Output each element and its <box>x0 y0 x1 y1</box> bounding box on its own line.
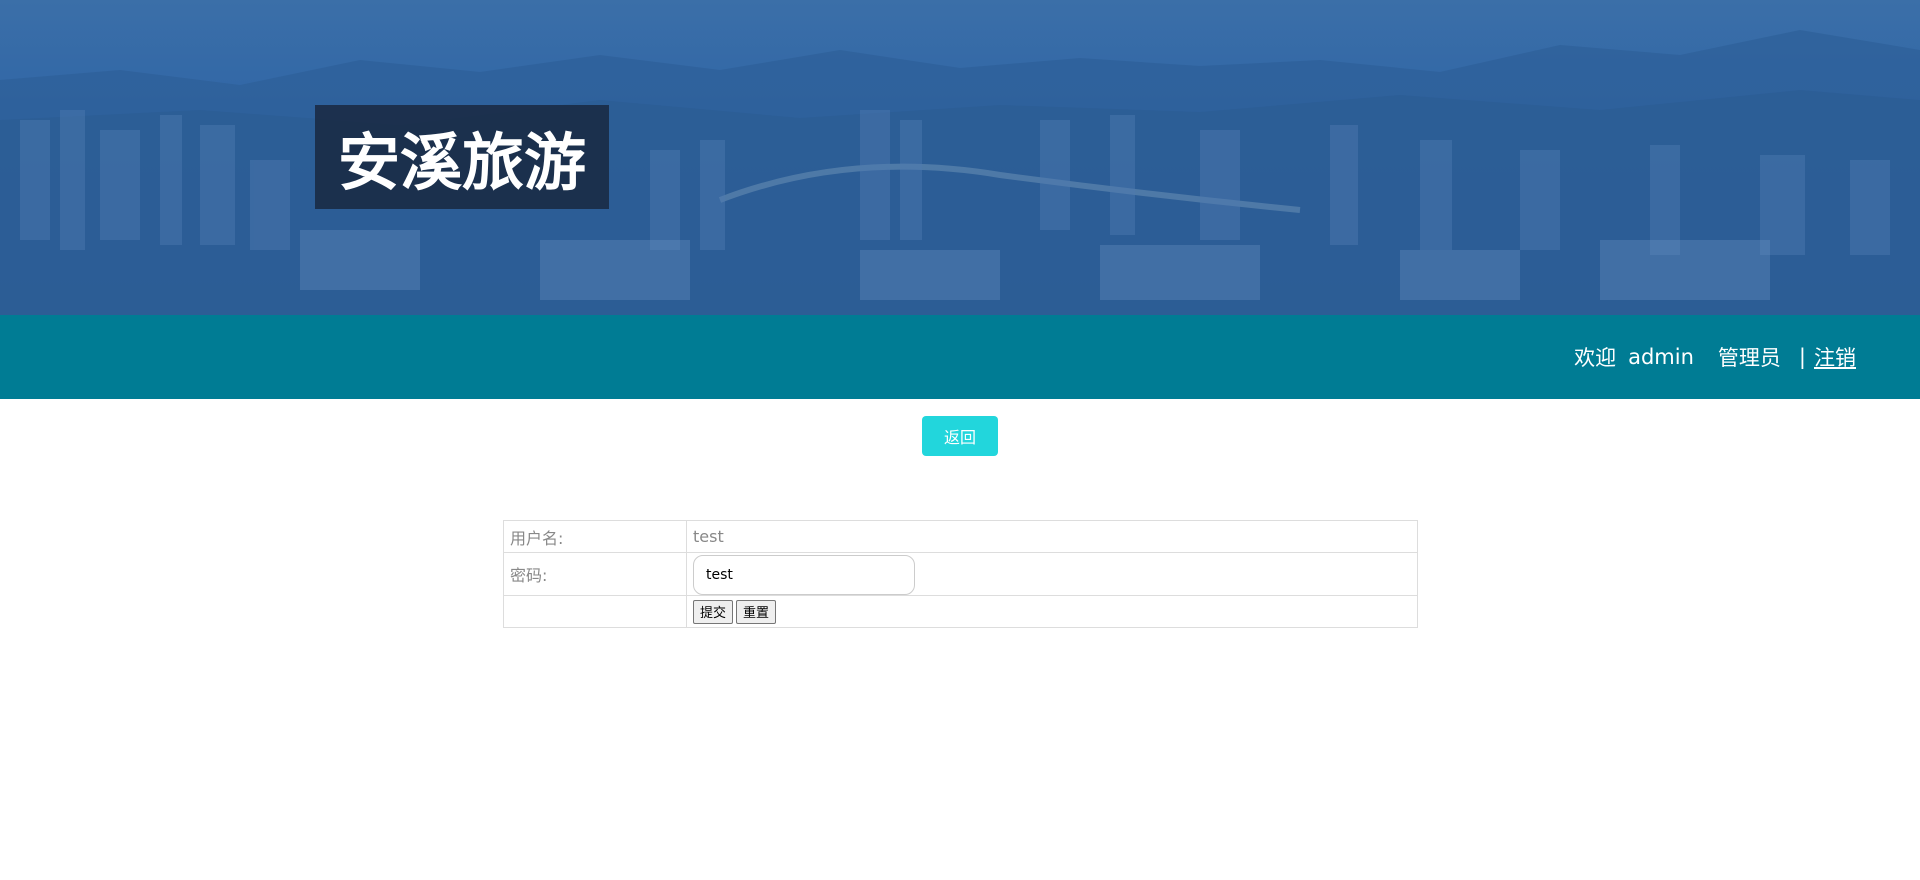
submit-button[interactable]: 提交 <box>693 599 734 624</box>
empty-cell <box>503 595 687 628</box>
table-row: 用户名: test <box>503 520 1418 553</box>
site-title: 安溪旅游 <box>337 126 586 199</box>
actions-cell: 提交 重置 <box>686 595 1418 628</box>
header-banner: 安溪旅游 <box>0 0 1920 315</box>
city-skyline-background <box>0 30 1920 315</box>
edit-user-form: 用户名: test 密码: 提交重置 <box>503 520 1418 628</box>
welcome-area: 欢迎 admin 管理员 | 注销 <box>1574 315 1856 399</box>
logout-link[interactable]: 注销 <box>1814 342 1856 372</box>
site-logo: 安溪旅游 <box>315 105 609 209</box>
password-cell <box>686 552 1418 596</box>
table-row: 密码: <box>503 552 1418 596</box>
back-button[interactable]: 返回 <box>922 416 998 456</box>
username-value: test <box>686 520 1418 553</box>
separator: | <box>1798 345 1806 369</box>
table-row: 提交 重置 <box>503 595 1418 628</box>
password-label: 密码: <box>503 552 687 596</box>
reset-button[interactable]: 重置 <box>736 599 777 624</box>
username-label: 用户名: <box>503 520 687 553</box>
top-navbar: 欢迎 admin 管理员 | 注销 <box>0 315 1920 399</box>
welcome-prefix: 欢迎 <box>1574 346 1617 370</box>
password-input[interactable] <box>693 554 915 595</box>
current-username: admin <box>1628 345 1694 369</box>
current-role: 管理员 <box>1717 346 1781 370</box>
